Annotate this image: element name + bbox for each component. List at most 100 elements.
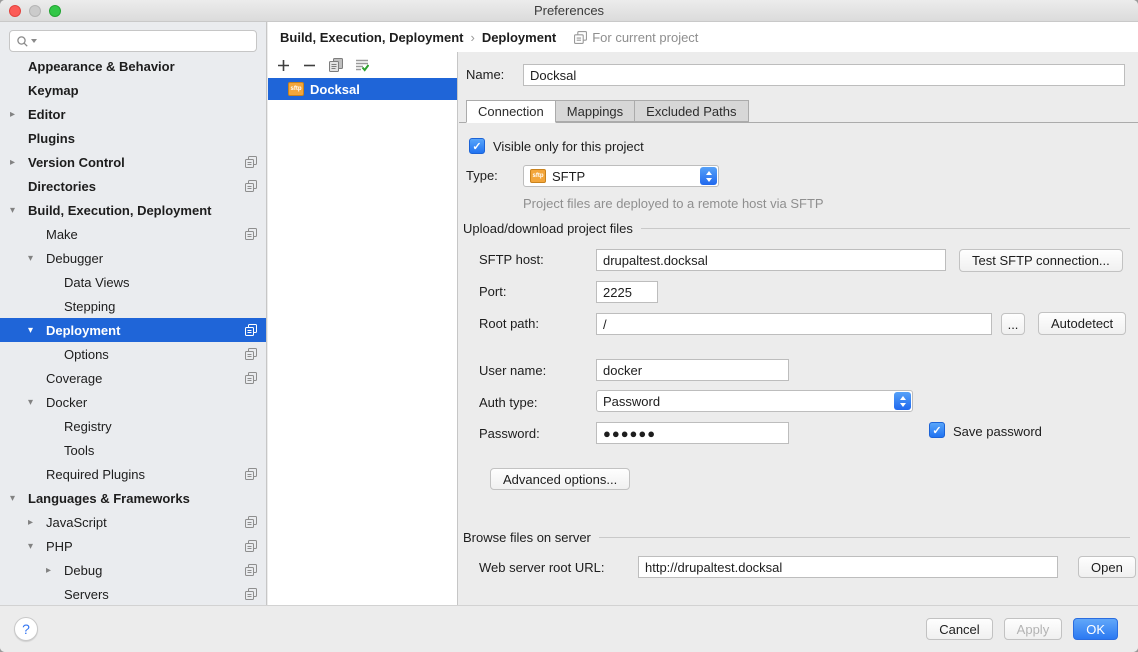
sidebar-item-version-control[interactable]: ▸Version Control [0,150,266,174]
sftp-host-label: SFTP host: [479,252,544,268]
per-project-icon [245,516,257,528]
add-server-button[interactable] [276,58,291,73]
minimize-icon[interactable] [29,5,41,17]
tab-connection[interactable]: Connection [466,100,556,123]
chevron-down-icon[interactable]: ▾ [10,493,28,504]
sidebar-item-build-execution-deployment[interactable]: ▾Build, Execution, Deployment [0,198,266,222]
search-icon [16,35,29,48]
sidebar-item-servers[interactable]: Servers [0,582,266,605]
sidebar-item-tools[interactable]: Tools [0,438,266,462]
sidebar-item-docker[interactable]: ▾Docker [0,390,266,414]
sidebar-item-label: Debug [64,563,102,578]
copy-server-button[interactable] [328,58,343,73]
type-help-text: Project files are deployed to a remote h… [523,196,824,211]
visible-only-checkbox[interactable] [469,138,485,154]
sidebar-item-stepping[interactable]: Stepping [0,294,266,318]
cancel-button[interactable]: Cancel [926,618,992,640]
maximize-icon[interactable] [49,5,61,17]
per-project-icon [245,372,257,384]
sidebar-item-label: Required Plugins [46,467,145,482]
breadcrumb: Build, Execution, Deployment›Deployment [280,30,556,45]
chevron-down-icon[interactable]: ▾ [28,253,46,264]
chevron-right-icon[interactable]: ▸ [28,517,46,528]
sidebar-item-data-views[interactable]: Data Views [0,270,266,294]
sidebar-item-javascript[interactable]: ▸JavaScript [0,510,266,534]
save-password-checkbox[interactable] [929,422,945,438]
sidebar-item-label: Servers [64,587,109,602]
use-as-default-button[interactable] [354,58,369,73]
open-button[interactable]: Open [1078,556,1136,578]
sidebar-item-label: Build, Execution, Deployment [28,203,211,218]
advanced-options-button[interactable]: Advanced options... [490,468,630,490]
password-input[interactable] [596,422,789,444]
server-item-docksal[interactable]: sftp Docksal [268,78,457,100]
sidebar-item-debug[interactable]: ▸Debug [0,558,266,582]
remove-server-button[interactable] [302,58,317,73]
per-project-icon [245,180,257,192]
user-name-input[interactable] [596,359,789,381]
chevron-down-icon[interactable]: ▾ [28,541,46,552]
web-server-root-url-label: Web server root URL: [479,560,604,576]
auth-type-select[interactable]: Password [596,390,913,412]
search-input[interactable] [9,30,257,52]
per-project-icon [574,31,587,44]
sidebar-item-php[interactable]: ▾PHP [0,534,266,558]
web-server-root-url-input[interactable] [638,556,1058,578]
chevron-right-icon[interactable]: ▸ [10,109,28,120]
per-project-icon [245,588,257,600]
root-path-input[interactable] [596,313,992,335]
chevron-down-icon[interactable]: ▾ [10,205,28,216]
sidebar-item-editor[interactable]: ▸Editor [0,102,266,126]
sidebar-item-directories[interactable]: Directories [0,174,266,198]
help-button[interactable]: ? [14,617,38,641]
sidebar-item-debugger[interactable]: ▾Debugger [0,246,266,270]
tab-mappings[interactable]: Mappings [555,100,635,122]
sftp-file-icon: sftp [288,82,304,96]
deployment-form: Name: Connection Mappings Excluded Paths… [459,52,1138,605]
chevron-right-icon[interactable]: ▸ [46,565,64,576]
browse-root-path-button[interactable]: ... [1001,313,1025,335]
sftp-host-input[interactable] [596,249,946,271]
sidebar-item-options[interactable]: Options [0,342,266,366]
breadcrumb-section[interactable]: Build, Execution, Deployment [280,30,463,45]
sidebar-item-label: JavaScript [46,515,107,530]
port-input[interactable] [596,281,658,303]
search-dropdown-icon[interactable] [31,39,37,43]
sidebar-item-deployment[interactable]: ▾Deployment [0,318,266,342]
per-project-icon [245,348,257,360]
chevron-down-icon[interactable]: ▾ [28,397,46,408]
dropdown-stepper-icon [700,167,717,185]
ok-button[interactable]: OK [1073,618,1118,640]
sidebar-item-label: Plugins [28,131,75,146]
per-project-icon [245,540,257,552]
sidebar-item-coverage[interactable]: Coverage [0,366,266,390]
sidebar-item-languages-frameworks[interactable]: ▾Languages & Frameworks [0,486,266,510]
name-input[interactable] [523,64,1125,86]
sidebar-item-registry[interactable]: Registry [0,414,266,438]
visible-only-label: Visible only for this project [493,139,644,155]
chevron-down-icon[interactable]: ▾ [28,325,46,336]
scope-indicator: For current project [574,30,698,45]
sidebar-item-required-plugins[interactable]: Required Plugins [0,462,266,486]
sidebar-item-make[interactable]: Make [0,222,266,246]
section-browse-header: Browse files on server [463,530,1130,545]
sidebar-item-label: Languages & Frameworks [28,491,190,506]
close-icon[interactable] [9,5,21,17]
per-project-icon [245,156,257,168]
section-divider [641,228,1130,229]
sidebar-item-plugins[interactable]: Plugins [0,126,266,150]
server-list-panel: sftp Docksal [268,52,458,605]
apply-button[interactable]: Apply [1004,618,1063,640]
per-project-icon [245,228,257,240]
tab-excluded-paths[interactable]: Excluded Paths [634,100,748,122]
test-sftp-connection-button[interactable]: Test SFTP connection... [959,249,1123,272]
sftp-icon: sftp [530,169,546,183]
type-value: SFTP [552,169,585,184]
sidebar-item-label: Data Views [64,275,130,290]
sidebar-item-keymap[interactable]: Keymap [0,78,266,102]
auth-type-label: Auth type: [479,395,538,411]
sidebar-item-appearance-behavior[interactable]: Appearance & Behavior [0,54,266,78]
autodetect-button[interactable]: Autodetect [1038,312,1126,335]
type-select[interactable]: sftp SFTP [523,165,719,187]
chevron-right-icon[interactable]: ▸ [10,157,28,168]
